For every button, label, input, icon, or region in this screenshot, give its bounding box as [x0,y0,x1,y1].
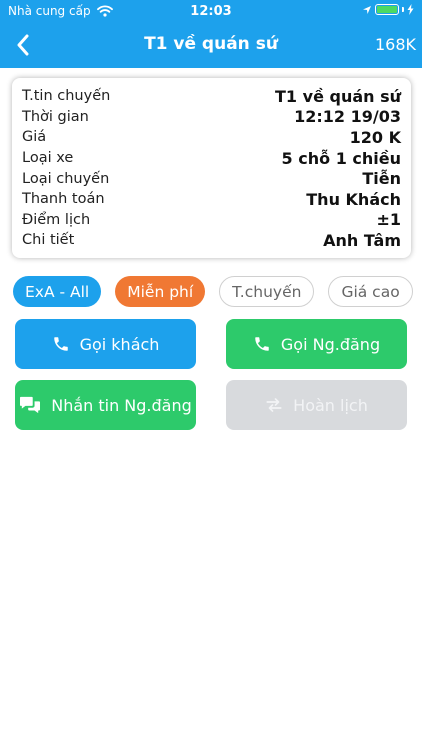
info-value: 5 chỗ 1 chiều [281,148,401,168]
location-arrow-icon [363,5,371,14]
info-label: Giá [22,129,47,146]
info-row-details: Chi tiết Anh Tâm [22,230,401,251]
info-value: Thu Khách [306,189,401,209]
info-label: Chi tiết [22,232,75,249]
info-label: Điểm lịch [22,211,91,228]
battery-indicator [362,4,414,15]
cancel-booking-button[interactable]: Hoàn lịch [226,380,407,430]
info-label: Loại chuyến [22,170,110,187]
phone-icon [255,337,269,351]
swap-arrows-icon [266,398,282,412]
chat-bubbles-icon [20,396,41,414]
battery-icon [375,4,399,15]
info-value: ±1 [376,210,401,230]
info-row-trip: T.tin chuyến T1 về quán sứ [22,86,401,107]
info-row-vehicle: Loại xe 5 chỗ 1 chiều [22,148,401,169]
call-customer-button[interactable]: Gọi khách [15,319,196,369]
chip-high-price[interactable]: Giá cao [328,276,413,307]
charging-bolt-icon [407,4,414,15]
info-label: Thời gian [22,108,89,125]
trip-info-card: T.tin chuyến T1 về quán sứ Thời gian 12:… [12,78,411,258]
nav-bar: T1 về quán sứ 168K [0,26,422,64]
call-poster-label: Gọi Ng.đăng [280,334,381,354]
chip-exa-all[interactable]: ExA - All [13,276,102,307]
page-title: T1 về quán sứ [144,34,278,54]
info-row-trip-type: Loại chuyến Tiễn [22,168,401,189]
status-time: 12:03 [190,4,232,19]
info-value: 12:12 19/03 [294,107,401,127]
chip-free[interactable]: Miễn phí [115,276,206,307]
info-label: T.tin chuyến [22,88,111,105]
info-row-time: Thời gian 12:12 19/03 [22,107,401,128]
info-value: T1 về quán sứ [275,86,401,106]
info-value: Anh Tâm [323,230,401,250]
info-row-payment: Thanh toán Thu Khách [22,189,401,210]
app-header: Nhà cung cấp 12:03 T1 về quán sứ 168K [0,0,422,68]
cancel-booking-label: Hoàn lịch [293,395,368,415]
info-label: Thanh toán [22,191,105,208]
info-value: 120 K [349,127,401,147]
info-row-points: Điểm lịch ±1 [22,210,401,231]
status-bar: Nhà cung cấp 12:03 [0,0,422,22]
message-poster-label: Nhắn tin Ng.đăng [51,395,192,415]
chip-transfer[interactable]: T.chuyến [219,276,315,307]
info-row-price: Giá 120 K [22,127,401,148]
info-value: Tiễn [362,169,401,189]
call-poster-button[interactable]: Gọi Ng.đăng [226,319,407,369]
tag-chips: ExA - All Miễn phí T.chuyến Giá cao [13,276,422,307]
call-customer-label: Gọi khách [79,334,160,354]
balance-label: 168K [374,35,416,54]
phone-icon [53,337,68,351]
message-poster-button[interactable]: Nhắn tin Ng.đăng [15,380,196,430]
info-label: Loại xe [22,150,74,167]
